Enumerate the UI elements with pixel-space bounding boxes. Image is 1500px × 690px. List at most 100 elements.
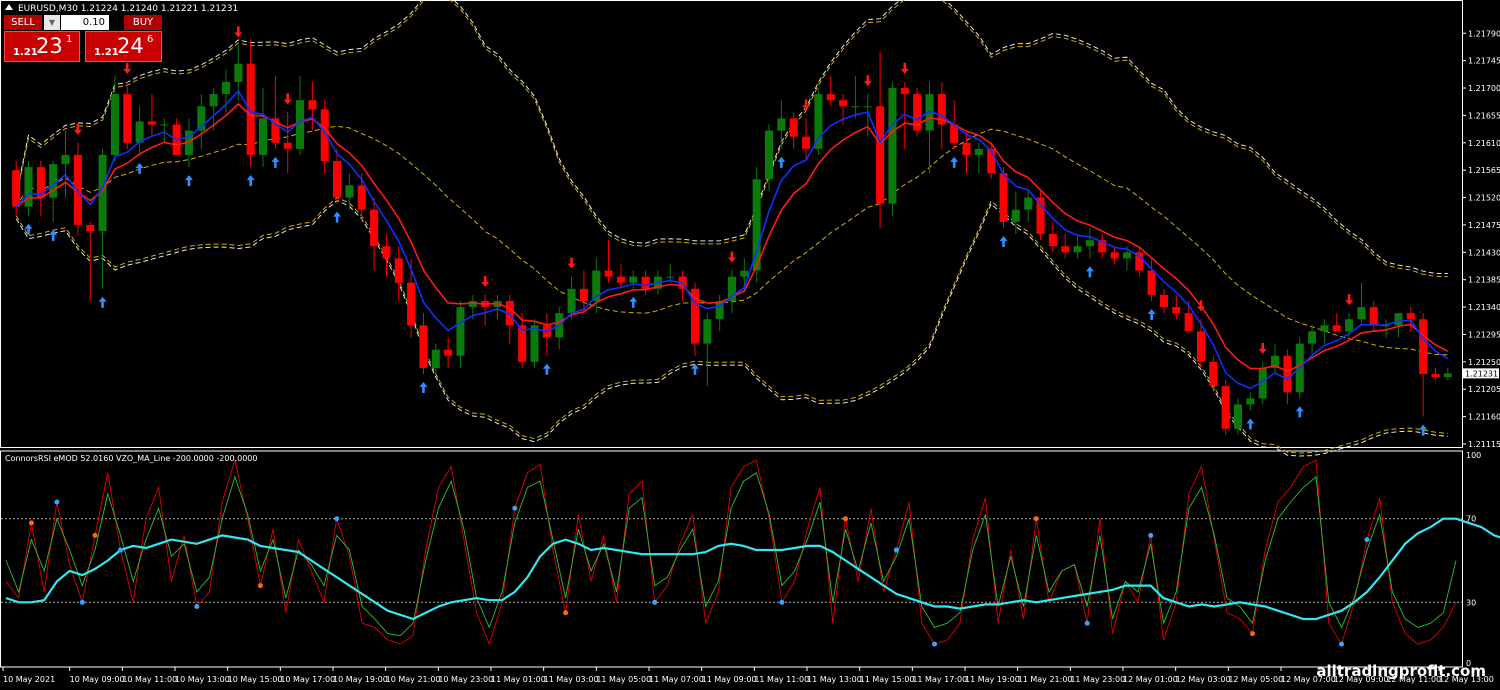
signal-dot <box>79 599 85 605</box>
time-label: 11 May 23:00 <box>1070 675 1125 684</box>
candle-body <box>1184 313 1193 332</box>
up-arrow-icon <box>950 156 959 168</box>
candle-body <box>431 349 440 368</box>
price-axis: 1.21790 1.21745 1.21700 1.21655 1.21610 1.215… <box>1462 29 1500 449</box>
candle-body <box>1357 307 1366 320</box>
candle-body <box>765 130 774 180</box>
band-lower-inner <box>15 196 1448 454</box>
down-arrow-icon <box>1345 294 1354 306</box>
candle-body <box>629 276 638 283</box>
signal-dot <box>893 547 899 553</box>
candle-body <box>1196 331 1206 362</box>
candle-body <box>876 106 885 204</box>
candle-body <box>579 288 588 301</box>
candle-body <box>888 88 897 204</box>
candle-body <box>1122 252 1131 259</box>
signal-dot <box>1084 620 1090 626</box>
price-label: 1.21295 <box>1468 330 1500 339</box>
down-arrow-icon <box>863 75 872 87</box>
price-label: 1.21115 <box>1468 440 1500 449</box>
sell-price-pip: 1 <box>66 34 73 45</box>
signal-dot <box>1339 641 1345 647</box>
candle-body <box>333 161 342 198</box>
candle-body <box>283 142 292 149</box>
signal-dot <box>1033 516 1039 522</box>
time-label: 11 May 11:00 <box>754 675 809 684</box>
candle-body <box>703 319 712 344</box>
candle-body <box>1406 313 1415 320</box>
candle-body <box>962 142 971 155</box>
candle-body <box>382 246 391 259</box>
signal-dot <box>779 599 785 605</box>
sell-price-big: 23 <box>36 34 63 58</box>
candle-body <box>1147 270 1156 295</box>
up-arrow-icon <box>184 175 193 187</box>
candle-body <box>147 121 156 125</box>
candle-body <box>209 94 218 107</box>
candle-body <box>740 270 749 277</box>
band-upper-inner <box>15 0 1448 278</box>
candle-body <box>357 185 366 210</box>
indicator-axis: 10070300 <box>1466 451 1481 668</box>
price-label: 1.21430 <box>1468 248 1500 257</box>
sell-price-prefix: 1.21 <box>13 47 38 58</box>
candle-body <box>370 209 379 247</box>
up-arrow-icon <box>542 363 551 375</box>
down-arrow-icon <box>123 62 132 74</box>
candle-body <box>1246 398 1255 405</box>
collapse-icon[interactable] <box>5 4 13 10</box>
candle-body <box>110 94 119 155</box>
price-label: 1.21700 <box>1468 84 1500 93</box>
time-label: 10 May 09:00 <box>70 675 125 684</box>
candle-body <box>456 307 465 356</box>
crsi-red-line <box>5 458 1457 646</box>
signal-dot <box>842 516 848 522</box>
watermark: alltradingprofit.com <box>1316 662 1486 680</box>
price-label: 1.21565 <box>1468 166 1500 175</box>
signal-dot <box>194 603 200 609</box>
buy-label[interactable]: BUY <box>124 15 162 30</box>
buy-price-big: 24 <box>117 34 144 58</box>
candle-body <box>1345 319 1354 332</box>
candle-body <box>567 288 576 314</box>
time-label: 11 May 15:00 <box>860 675 915 684</box>
candle-body <box>789 118 798 137</box>
candle-body <box>221 81 230 95</box>
candle-body <box>258 118 268 155</box>
one-click-trading-panel: SELL ▼ 0.10 BUY 1.21 23 1 1.21 24 6 <box>4 15 162 63</box>
candle-body <box>1024 197 1033 210</box>
lot-dropdown-icon[interactable]: ▼ <box>44 15 60 30</box>
candle-body <box>1048 234 1057 247</box>
sell-label[interactable]: SELL <box>4 15 42 30</box>
time-label: 12 May 01:00 <box>1123 675 1178 684</box>
candle-body <box>839 100 848 107</box>
candle-body <box>1061 246 1070 253</box>
down-arrow-icon <box>567 257 576 269</box>
price-label: 1.21610 <box>1468 139 1500 148</box>
buy-price-prefix: 1.21 <box>94 47 119 58</box>
down-arrow-icon <box>1258 342 1267 354</box>
time-label: 11 May 17:00 <box>912 675 967 684</box>
candle-body <box>419 325 428 368</box>
down-arrow-icon <box>234 26 243 38</box>
time-label: 11 May 19:00 <box>965 675 1020 684</box>
candle-body <box>1172 307 1181 314</box>
candle-body <box>826 94 835 101</box>
candle-body <box>1209 361 1218 387</box>
signal-dot <box>257 583 263 589</box>
candle-body <box>814 94 823 149</box>
lot-size-input[interactable]: 0.10 <box>61 15 109 30</box>
candle-body <box>1221 386 1230 429</box>
signal-dot <box>512 505 518 511</box>
time-label: 10 May 11:00 <box>122 675 177 684</box>
time-label: 11 May 01:00 <box>491 675 546 684</box>
up-arrow-icon <box>999 235 1008 247</box>
indicator-axis-label: 70 <box>1466 515 1476 524</box>
sell-button[interactable]: 1.21 23 1 <box>4 31 80 62</box>
candle-body <box>394 258 403 283</box>
signal-dot <box>92 532 98 538</box>
buy-button[interactable]: 1.21 24 6 <box>85 31 162 62</box>
down-arrow-icon <box>728 251 736 263</box>
time-label: 10 May 15:00 <box>228 675 283 684</box>
time-label: 12 May 03:00 <box>1176 675 1231 684</box>
